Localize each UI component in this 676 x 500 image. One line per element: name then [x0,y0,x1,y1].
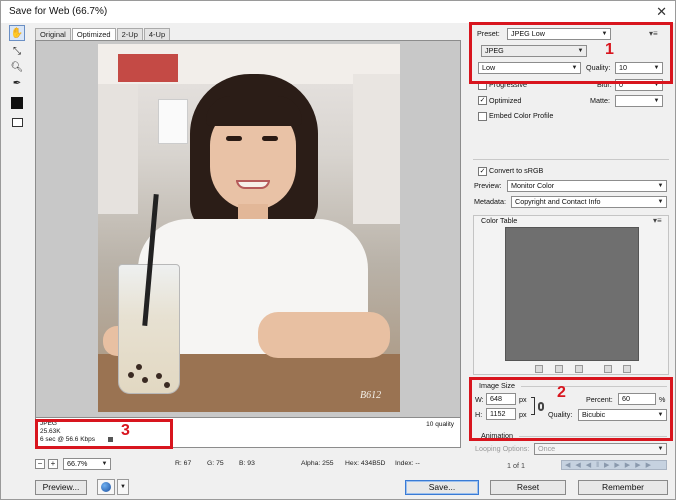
save-button[interactable]: Save... [405,480,479,495]
save-for-web-window: Save for Web (66.7%) ✕ ✋ ⤡ 🔍︎ ✒ Original… [0,0,676,500]
matte-label: Matte: [590,96,610,105]
annotation-number-1: 1 [605,41,614,58]
browser-menu-chevron-icon[interactable]: ▼ [117,479,129,495]
map-color-icon[interactable] [535,365,543,373]
eyedropper-tool-icon[interactable]: ✒ [9,75,25,91]
slice-select-tool-icon[interactable]: ⤡ [9,43,25,59]
close-icon[interactable]: ✕ [656,4,667,20]
zoom-in-button[interactable]: + [48,459,58,469]
optimized-checkbox[interactable]: ✓ [478,96,487,105]
preview-canvas[interactable]: B612 [35,40,461,418]
new-color-icon[interactable] [604,365,612,373]
status-hex: Hex: 434B5D [345,460,386,467]
embed-profile-checkbox[interactable] [478,112,487,121]
metadata-label: Metadata: [474,197,506,206]
chevron-down-icon: ▼ [101,461,108,467]
browser-icon[interactable] [97,479,115,495]
preview-color-value: Monitor Color [511,181,555,190]
annotation-number-2: 2 [557,384,566,401]
zoom-tool-icon[interactable]: 🔍︎ [9,59,25,75]
chevron-down-icon: ▼ [657,183,664,189]
optimized-label: Optimized [489,96,522,105]
playback-icons[interactable]: ◀◀◀‖▶▶▶▶▶ [565,461,656,469]
toggle-slices-icon[interactable] [9,115,25,131]
status-r: R: 67 [175,460,192,467]
looping-value: Once [538,444,556,453]
embed-profile-label: Embed Color Profile [489,111,554,120]
looping-label: Looping Options: [475,444,530,453]
color-table-swatches [505,227,639,361]
animation-controls[interactable]: ◀◀◀‖▶▶▶▶▶ [561,460,667,470]
status-b: B: 93 [239,460,255,467]
color-table-label: Color Table [481,216,518,225]
color-table-menu-icon[interactable]: ▾≡ [653,216,662,225]
remember-button[interactable]: Remember [578,480,668,495]
reset-button[interactable]: Reset [490,480,566,495]
view-tabs: Original Optimized 2-Up 4-Up [35,28,171,40]
annotation-box-2 [469,377,673,441]
matte-select[interactable]: ▼ [615,95,663,107]
frame-count: 1 of 1 [507,461,525,470]
metadata-select[interactable]: Copyright and Contact Info ▼ [511,196,667,208]
chevron-down-icon: ▼ [657,199,664,205]
title-bar: Save for Web (66.7%) ✕ [1,1,675,23]
status-alpha: Alpha: 255 [301,460,334,467]
tab-optimized[interactable]: Optimized [71,28,116,40]
annotation-box-3 [35,419,173,449]
delete-color-icon[interactable] [623,365,631,373]
looping-select[interactable]: Once ▼ [534,443,667,455]
hand-tool-icon[interactable]: ✋ [9,25,25,41]
info-quality: 10 quality [426,421,454,428]
chevron-down-icon: ▼ [653,98,660,104]
annotation-number-3: 3 [121,422,130,439]
chevron-down-icon: ▼ [657,446,664,452]
convert-srgb-checkbox[interactable]: ✓ [478,167,487,176]
convert-srgb-label: Convert to sRGB [489,166,544,175]
preview-label: Preview: [474,181,502,190]
watermark-text: B612 [360,390,382,401]
preview-button[interactable]: Preview... [35,480,87,495]
web-shift-icon[interactable] [555,365,563,373]
status-bar: − + 66.7% ▼ R: 67 G: 75 B: 93 Alpha: 255… [35,458,461,472]
divider [473,159,669,160]
annotation-box-1 [469,22,673,84]
tab-4-up[interactable]: 4-Up [143,28,171,40]
tab-2-up[interactable]: 2-Up [116,28,143,40]
preview-image: B612 [98,44,400,412]
status-index: Index: -- [395,460,420,467]
window-title: Save for Web (66.7%) [9,6,108,17]
zoom-out-button[interactable]: − [35,459,45,469]
lock-color-icon[interactable] [575,365,583,373]
eyedropper-color-swatch[interactable] [9,95,25,111]
zoom-value: 66.7% [67,459,88,468]
tool-column: ✋ ⤡ 🔍︎ ✒ [7,25,29,135]
zoom-select[interactable]: 66.7% ▼ [63,458,111,470]
metadata-value: Copyright and Contact Info [515,197,601,206]
status-g: G: 75 [207,460,224,467]
preview-color-select[interactable]: Monitor Color ▼ [507,180,667,192]
tab-original[interactable]: Original [35,28,71,40]
